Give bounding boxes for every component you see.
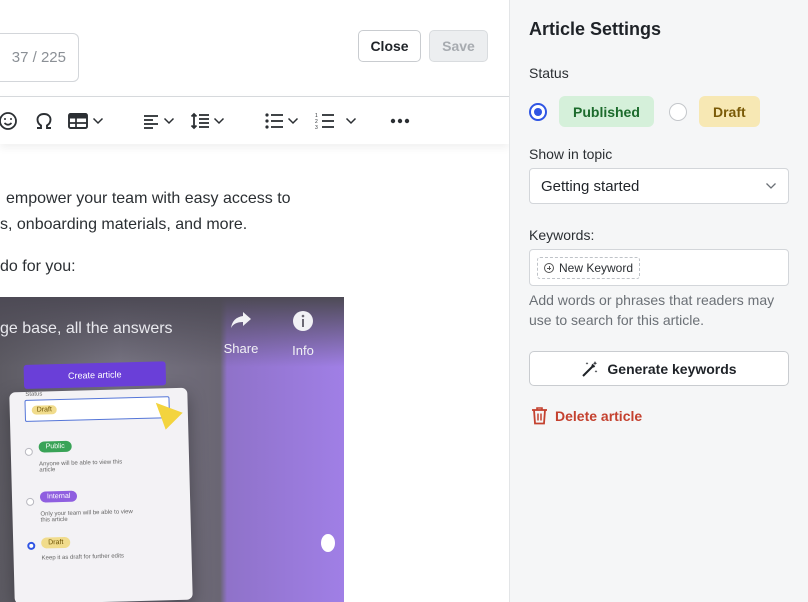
table-button[interactable] — [67, 109, 104, 133]
info-icon — [293, 311, 313, 331]
mock-create-button: Create article — [23, 361, 167, 389]
body-line-1: empower your team with easy access to — [6, 190, 291, 207]
generate-keywords-label: Generate keywords — [607, 360, 737, 377]
draft-pill[interactable]: Draft — [699, 96, 760, 127]
keywords-label: Keywords: — [529, 227, 595, 243]
editor-toolbar: 123 — [0, 96, 509, 144]
mock-internal-desc: Only your team will be able to view this… — [40, 509, 133, 524]
video-title: ge base, all the answers — [0, 320, 173, 337]
chevron-down-icon — [92, 117, 104, 125]
align-left-icon — [144, 115, 158, 129]
title-char-count: 37 / 225 — [11, 49, 66, 66]
chevron-down-icon — [163, 117, 175, 125]
special-char-button[interactable] — [33, 109, 55, 133]
new-keyword-label: New Keyword — [559, 261, 634, 275]
chevron-down-icon — [766, 183, 776, 189]
status-option-draft[interactable]: Draft — [669, 96, 760, 127]
bullet-list-icon — [265, 113, 283, 129]
magic-wand-icon — [582, 360, 598, 377]
mock-radio — [24, 447, 33, 456]
keywords-input[interactable]: New Keyword — [529, 249, 789, 286]
body-line-2: s, onboarding materials, and more. — [0, 216, 248, 233]
video-info-button[interactable]: Info — [281, 310, 325, 358]
video-info-label: Info — [292, 343, 314, 358]
mock-public-pill: Public — [38, 440, 72, 453]
mock-draft-pill-2: Draft — [41, 536, 71, 549]
more-horizontal-icon — [390, 118, 410, 124]
keywords-hint: Add words or phrases that readers may us… — [529, 292, 775, 328]
radio-selected[interactable] — [529, 102, 547, 121]
chevron-down-icon — [213, 117, 225, 125]
numbered-list-button[interactable]: 123 — [315, 109, 357, 133]
share-icon — [231, 312, 251, 328]
plus-circle-icon — [544, 263, 554, 273]
status-option-published[interactable]: Published — [529, 96, 654, 127]
generate-keywords-button[interactable]: Generate keywords — [529, 351, 789, 386]
delete-article-label: Delete article — [555, 407, 643, 424]
save-button[interactable]: Save — [429, 30, 488, 62]
mock-public-desc: Anyone will be able to view this article — [39, 459, 123, 474]
chevron-down-icon — [287, 117, 299, 125]
trash-icon — [532, 407, 547, 425]
mock-draft-pill: Draft — [31, 405, 58, 415]
video-share-button[interactable]: Share — [219, 310, 263, 356]
article-settings-panel: Article Settings Status Published Draft … — [509, 0, 808, 602]
delete-article-button[interactable]: Delete article — [531, 406, 642, 425]
table-icon — [68, 113, 88, 129]
omega-icon — [36, 113, 52, 129]
more-options-button[interactable] — [390, 109, 410, 133]
svg-text:3: 3 — [315, 125, 318, 130]
radio-unselected[interactable] — [669, 102, 687, 121]
emoji-icon — [0, 112, 17, 130]
topic-select-value: Getting started — [541, 177, 640, 195]
line-height-icon — [190, 112, 209, 130]
mock-status-label: Status — [25, 391, 43, 398]
topic-select[interactable]: Getting started — [529, 168, 789, 204]
bullet-list-button[interactable] — [264, 109, 299, 133]
mock-draft-desc: Keep it as draft for further edits — [41, 553, 125, 562]
body-line-3: do for you: — [0, 258, 76, 275]
video-light-spot — [321, 534, 335, 552]
mock-internal-pill: Internal — [39, 490, 78, 503]
topic-label: Show in topic — [529, 146, 613, 162]
chevron-down-icon — [345, 117, 357, 125]
mock-radio — [26, 497, 35, 506]
article-editor: 37 / 225 Close Save 1 2 3 empower your t… — [0, 0, 509, 602]
video-share-label: Share — [223, 341, 259, 356]
panel-title: Article Settings — [529, 19, 662, 39]
line-height-button[interactable] — [190, 109, 225, 133]
numbered-list-icon: 123 — [315, 113, 334, 130]
mock-radio-selected — [27, 541, 36, 550]
close-button[interactable]: Close — [358, 30, 421, 62]
published-pill[interactable]: Published — [559, 96, 654, 127]
align-button[interactable] — [142, 109, 175, 133]
title-char-counter: 37 / 225 — [0, 33, 79, 82]
status-label: Status — [529, 65, 569, 81]
emoji-button[interactable] — [0, 109, 19, 133]
embedded-video[interactable]: ge base, all the answers Share Info Crea… — [0, 297, 344, 602]
new-keyword-button[interactable]: New Keyword — [537, 257, 641, 279]
